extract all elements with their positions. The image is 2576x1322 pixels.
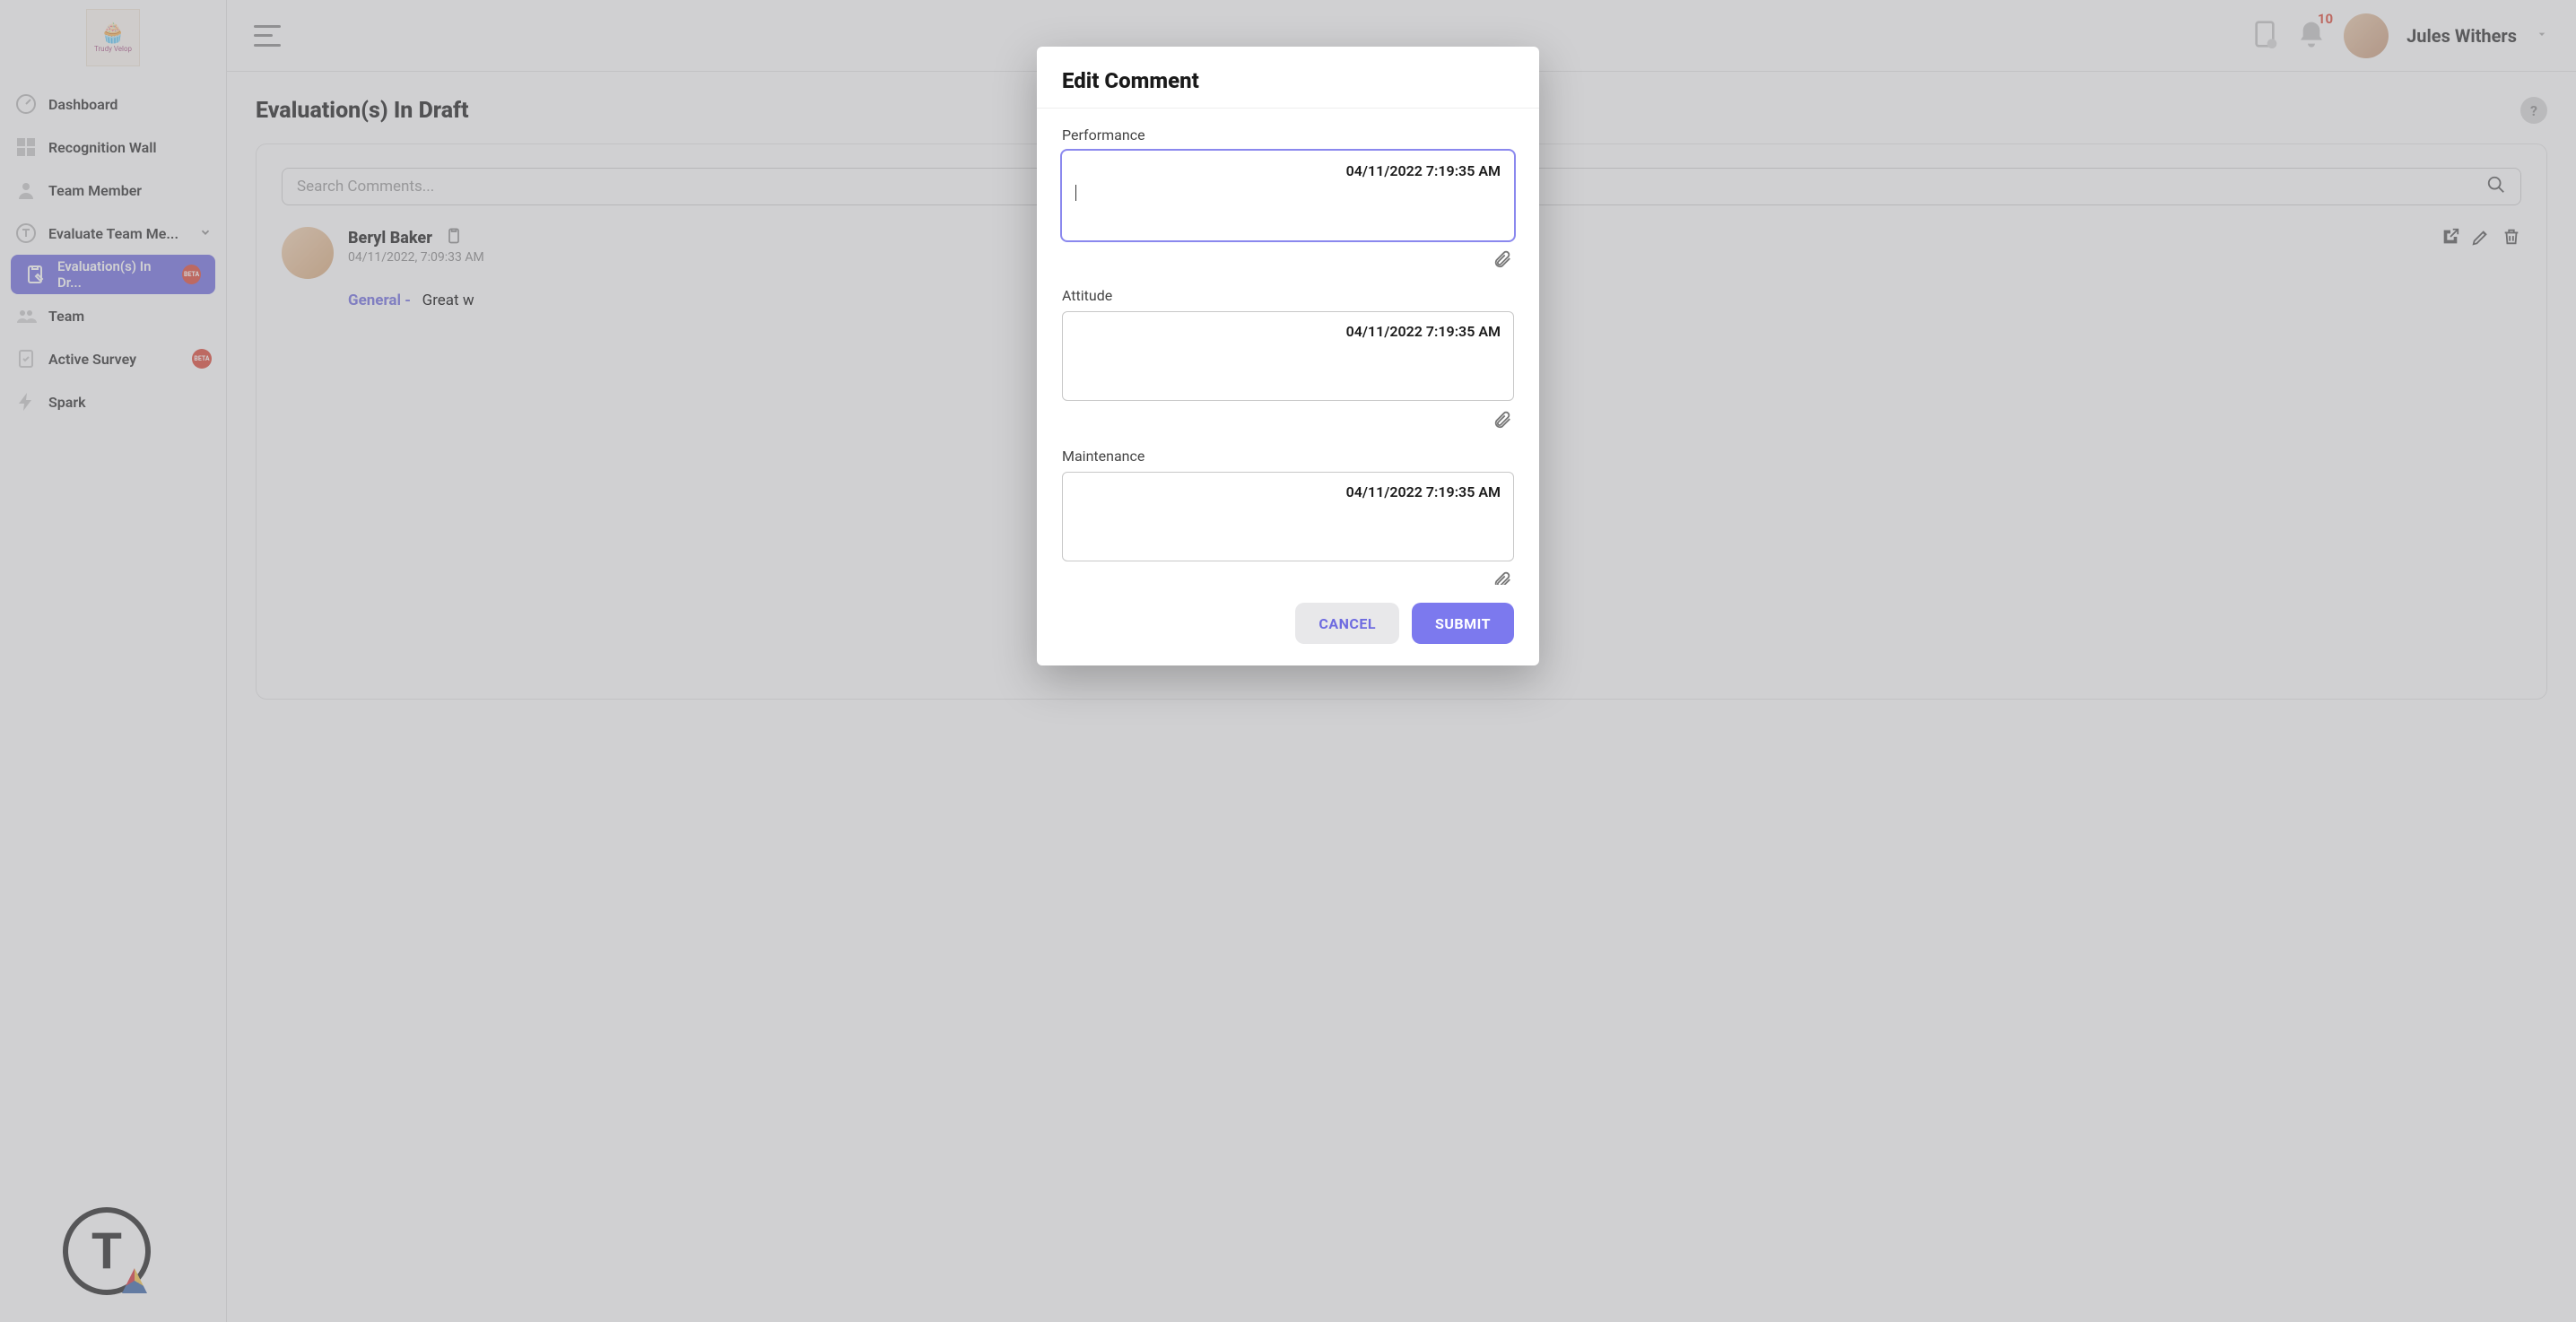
paperclip-icon[interactable] <box>1493 249 1512 273</box>
text-cursor <box>1075 185 1076 201</box>
paperclip-icon[interactable] <box>1493 570 1512 585</box>
modal-title: Edit Comment <box>1062 68 1514 93</box>
cancel-button[interactable]: CANCEL <box>1295 603 1399 644</box>
attitude-field[interactable]: 04/11/2022 7:19:35 AM <box>1062 311 1514 401</box>
modal-footer: CANCEL SUBMIT <box>1037 585 1539 665</box>
section-label-performance: Performance <box>1062 126 1514 144</box>
attitude-timestamp: 04/11/2022 7:19:35 AM <box>1075 323 1501 340</box>
section-label-attitude: Attitude <box>1062 287 1514 304</box>
edit-comment-modal: Edit Comment Performance 04/11/2022 7:19… <box>1037 47 1539 665</box>
modal-header: Edit Comment <box>1037 47 1539 109</box>
maintenance-field[interactable]: 04/11/2022 7:19:35 AM <box>1062 472 1514 561</box>
attach-row <box>1062 240 1514 278</box>
section-label-maintenance: Maintenance <box>1062 448 1514 465</box>
performance-field[interactable]: 04/11/2022 7:19:35 AM <box>1062 151 1514 240</box>
modal-body: Performance 04/11/2022 7:19:35 AM Attitu… <box>1037 109 1539 585</box>
performance-timestamp: 04/11/2022 7:19:35 AM <box>1075 162 1501 179</box>
attach-row <box>1062 401 1514 439</box>
attach-row <box>1062 561 1514 585</box>
modal-overlay[interactable]: Edit Comment Performance 04/11/2022 7:19… <box>0 0 2576 1322</box>
submit-button[interactable]: SUBMIT <box>1412 603 1514 644</box>
maintenance-timestamp: 04/11/2022 7:19:35 AM <box>1075 483 1501 500</box>
paperclip-icon[interactable] <box>1493 410 1512 433</box>
